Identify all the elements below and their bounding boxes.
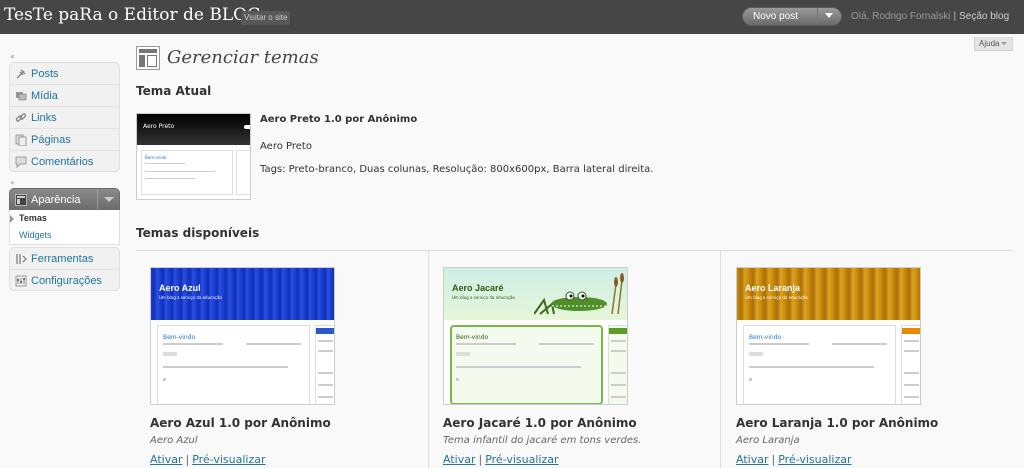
chevron-down-icon [825, 13, 833, 18]
menu-group-content: Posts Mídia Links Páginas Comentários [9, 62, 120, 172]
screenshot-subtitle: Um blog a serviço da educação [745, 295, 808, 300]
submenu-item-themes[interactable]: Temas [10, 210, 119, 227]
theme-description: Tema infantil do jacaré em tons verdes. [443, 435, 642, 446]
separator: | [771, 453, 776, 466]
activate-link[interactable]: Ativar [736, 453, 768, 466]
current-theme-description: Aero Preto [260, 141, 312, 152]
menu-item-comments[interactable]: Comentários [10, 151, 119, 173]
available-themes-heading: Temas disponíveis [136, 226, 260, 240]
theme-screenshot-aero-jacare[interactable]: Aero Jacaré Um blog a serviço da educaçã… [443, 267, 628, 405]
comment-icon [15, 156, 27, 168]
screenshot-post-title: Bem-vindo [163, 334, 196, 341]
menu-item-settings[interactable]: Configurações [10, 270, 119, 292]
menu-collapse-icon[interactable]: « [10, 178, 15, 187]
screenshot-post-title: Bem-vindo [749, 334, 782, 341]
visit-site-button[interactable]: Visitar o site [241, 11, 291, 25]
chevron-down-icon [104, 197, 114, 202]
themes-page-icon [136, 46, 160, 70]
site-title[interactable]: TesTe paRa o Editor de BLOGs [4, 5, 269, 25]
screenshot-header-text: Aero Laranja [745, 283, 801, 293]
theme-actions: Ativar | Pré-visualizar [736, 453, 852, 466]
menu-item-posts[interactable]: Posts [10, 63, 119, 85]
menu-item-links[interactable]: Links [10, 107, 119, 129]
logout-link[interactable]: Seção blog [959, 11, 1009, 22]
screenshot-subtitle: Um blog a serviço da educação [159, 295, 222, 300]
media-icon [16, 92, 27, 101]
theme-title: Aero Azul 1.0 por Anônimo [150, 416, 331, 430]
submenu-toggle[interactable] [97, 189, 119, 209]
settings-icon [15, 275, 27, 287]
theme-title: Aero Laranja 1.0 por Anônimo [736, 416, 939, 430]
submenu-item-widgets[interactable]: Widgets [10, 227, 119, 244]
current-pointer-icon [10, 215, 14, 223]
appearance-icon [15, 194, 27, 206]
help-tab[interactable]: Ajuda [974, 37, 1013, 51]
menu-label: Mídia [31, 90, 58, 102]
menu-label: Posts [31, 68, 59, 80]
theme-actions: Ativar | Pré-visualizar [150, 453, 266, 466]
screenshot-header-text: Aero Preto [143, 123, 175, 130]
submenu-label: Widgets [19, 230, 52, 240]
favorite-actions-dropdown[interactable]: Novo post [742, 7, 842, 26]
pin-icon [16, 69, 26, 79]
menu-label: Links [31, 112, 57, 124]
menu-collapse-icon[interactable]: « [10, 52, 15, 61]
separator: | [478, 453, 483, 466]
help-label: Ajuda [979, 39, 1000, 48]
activate-link[interactable]: Ativar [443, 453, 475, 466]
admin-header: TesTe paRa o Editor de BLOGs Visitar o s… [0, 0, 1024, 34]
divider [136, 250, 1013, 251]
menu-item-media[interactable]: Mídia [10, 85, 119, 107]
divider [428, 251, 429, 468]
user-greeting[interactable]: Olá, Rodrigo Fornalski [851, 11, 950, 22]
menu-label: Aparência [31, 194, 81, 206]
theme-screenshot-aero-laranja[interactable]: Aero Laranja Um blog a serviço da educaç… [736, 267, 921, 405]
menu-group-settings: Ferramentas Configurações [9, 247, 120, 291]
current-theme-screenshot: Aero Preto Bem-vindo [136, 113, 251, 200]
menu-label: Comentários [31, 156, 94, 168]
menu-item-pages[interactable]: Páginas [10, 129, 119, 151]
activate-link[interactable]: Ativar [150, 453, 182, 466]
theme-description: Aero Laranja [736, 435, 800, 446]
separator: | [185, 453, 190, 466]
theme-actions: Ativar | Pré-visualizar [443, 453, 559, 466]
screenshot-header-text: Aero Azul [159, 283, 201, 293]
tools-icon [16, 254, 27, 264]
preview-link[interactable]: Pré-visualizar [485, 453, 558, 466]
divider [720, 251, 721, 468]
chevron-down-icon [1001, 42, 1008, 46]
page-title: Gerenciar temas [167, 47, 319, 68]
menu-label: Ferramentas [31, 253, 94, 265]
theme-screenshot-aero-azul[interactable]: Aero Azul Um blog a serviço da educação … [150, 267, 335, 405]
user-info: Olá, Rodrigo Fornalski | Seção blog [851, 11, 1009, 22]
screenshot-header-text: Aero Jacaré [452, 283, 504, 293]
current-theme-heading: Tema Atual [136, 84, 212, 98]
theme-title: Aero Jacaré 1.0 por Anônimo [443, 416, 637, 430]
link-icon [15, 113, 27, 122]
menu-item-tools[interactable]: Ferramentas [10, 248, 119, 270]
current-theme-name: Aero Preto 1.0 por Anônimo [260, 114, 418, 125]
theme-description: Aero Azul [150, 435, 198, 446]
screenshot-post-title: Bem-vindo [145, 155, 167, 160]
current-theme-tags: Tags: Preto-branco, Duas colunas, Resolu… [260, 164, 654, 175]
menu-label: Configurações [31, 275, 102, 287]
separator: | [953, 11, 957, 22]
preview-link[interactable]: Pré-visualizar [192, 453, 265, 466]
crocodile-illustration-icon [534, 273, 624, 315]
menu-label: Páginas [31, 134, 71, 146]
new-post-link[interactable]: Novo post [753, 11, 798, 22]
submenu-label: Temas [19, 213, 47, 223]
screenshot-post-title: Bem-vindo [456, 334, 489, 341]
favorite-actions-toggle[interactable] [817, 8, 841, 25]
screenshot-subtitle: Um blog a serviço da educação [452, 295, 515, 300]
preview-link[interactable]: Pré-visualizar [778, 453, 851, 466]
appearance-submenu: Temas Widgets [9, 210, 120, 245]
pages-icon [15, 134, 27, 146]
menu-item-appearance[interactable]: Aparência [9, 188, 120, 210]
